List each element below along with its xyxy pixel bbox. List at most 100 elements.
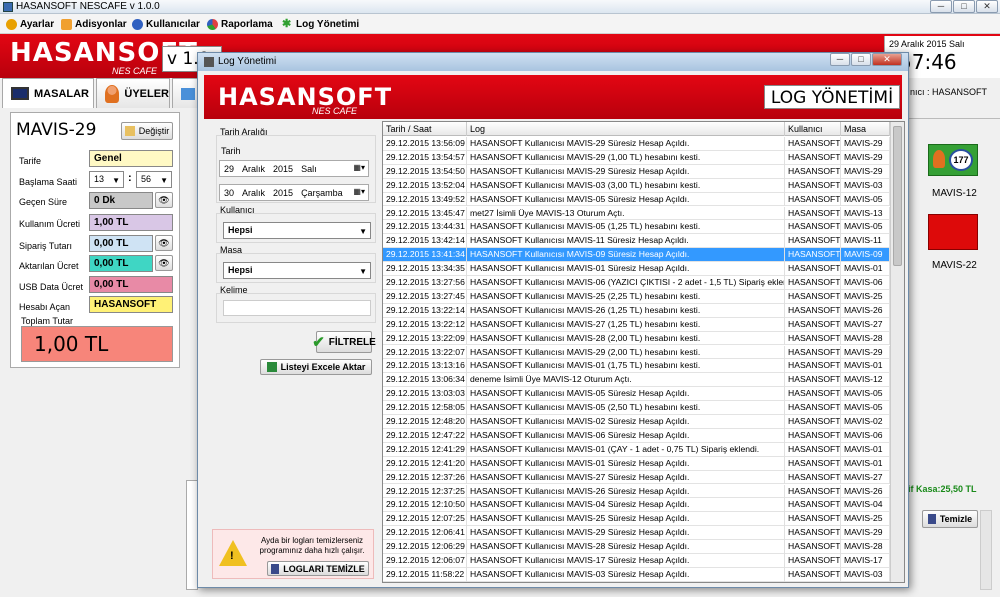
tab-masalar[interactable]: MASALAR — [2, 78, 94, 108]
order-field: 0,00 TL — [89, 235, 153, 252]
table-row[interactable]: 29.12.2015 13:13:16 HASANSOFT Kullanıcısı… — [383, 359, 890, 374]
dialog-close-button[interactable]: ✕ — [872, 53, 902, 66]
time-separator: : — [128, 172, 132, 184]
table-row[interactable]: 29.12.2015 13:06:34 deneme İsimli Üye MAV… — [383, 373, 890, 388]
table-tile-mavis-12[interactable]: 177 — [928, 144, 978, 176]
table-row[interactable]: 29.12.2015 13:22:12 HASANSOFT Kullanıcısı… — [383, 317, 890, 332]
cell-date: 29.12.2015 13:41:34 — [383, 248, 467, 263]
table-row[interactable]: 29.12.2015 13:41:34 HASANSOFT Kullanıcısı… — [383, 248, 890, 263]
log-icon: ✱ — [282, 17, 292, 30]
table-label-mavis-22: MAVIS-22 — [932, 260, 977, 271]
cell-date: 29.12.2015 13:52:04 — [383, 178, 467, 193]
grid-header: Tarih / Saat Log Kullanıcı Masa — [383, 122, 890, 136]
table-detail-panel: MAVIS-29 Değiştir Tarife Genel Başlama S… — [10, 112, 180, 368]
menu-log-yonetimi[interactable]: ✱ Log Yönetimi — [282, 17, 359, 31]
calendar-icon[interactable]: ▦▾ — [353, 163, 365, 172]
log-grid: Tarih / Saat Log Kullanıcı Masa 29.12.20… — [382, 121, 905, 583]
column-header-user[interactable]: Kullanıcı — [785, 122, 841, 136]
export-excel-button[interactable]: Listeyi Excele Aktar — [260, 359, 372, 375]
table-row[interactable]: 29.12.2015 13:22:14 HASANSOFT Kullanıcısı… — [383, 303, 890, 318]
dialog-icon — [204, 57, 214, 67]
cell-date: 29.12.2015 13:06:34 — [383, 373, 467, 388]
tab-uyeler[interactable]: ÜYELER — [96, 78, 170, 108]
table-tile-mavis-22[interactable] — [928, 214, 978, 250]
filter-button[interactable]: ✔ FİLTRELE — [312, 331, 376, 353]
table-row[interactable]: 29.12.2015 12:41:20 HASANSOFT Kullanıcısı… — [383, 456, 890, 471]
column-header-table[interactable]: Masa — [841, 122, 890, 136]
clear-button[interactable]: Temizle — [922, 510, 978, 528]
grid-scrollbar[interactable] — [890, 122, 904, 582]
keyword-input[interactable] — [223, 300, 371, 316]
table-row[interactable]: 29.12.2015 12:06:29 HASANSOFT Kullanıcısı… — [383, 540, 890, 554]
table-row[interactable]: 29.12.2015 12:47:22 HASANSOFT Kullanıcısı… — [383, 428, 890, 443]
end-date-picker[interactable]: 30 Aralık 2015 Çarşamba ▦▾ — [219, 184, 369, 201]
change-button[interactable]: Değiştir — [121, 122, 173, 140]
start-date-picker[interactable]: 29 Aralık 2015 Salı ▦▾ — [219, 160, 369, 177]
hour-select[interactable]: 13 — [89, 171, 124, 188]
scroll-thumb[interactable] — [893, 126, 902, 266]
table-row[interactable]: 29.12.2015 13:54:50 HASANSOFT Kullanıcısı… — [383, 164, 890, 179]
usb-fee-field: 0,00 TL — [89, 276, 173, 293]
column-header-log[interactable]: Log — [467, 122, 785, 136]
end-day: 30 — [224, 187, 235, 198]
cell-date: 29.12.2015 12:41:29 — [383, 442, 467, 457]
eye-icon[interactable]: 👁 — [155, 235, 173, 251]
table-row[interactable]: 29.12.2015 12:37:26 HASANSOFT Kullanıcısı… — [383, 470, 890, 485]
user-select[interactable]: Hepsi — [223, 222, 371, 239]
table-row[interactable]: 29.12.2015 13:49:52 HASANSOFT Kullanıcısı… — [383, 192, 890, 207]
table-row[interactable]: 29.12.2015 13:54:57 HASANSOFT Kullanıcısı… — [383, 150, 890, 165]
cell-date: 29.12.2015 13:27:45 — [383, 289, 467, 304]
cell-user: HASANSOFT — [785, 498, 841, 513]
table-row[interactable]: 29.12.2015 12:10:50 HASANSOFT Kullanıcısı… — [383, 498, 890, 513]
table-row[interactable]: 29.12.2015 13:27:45 HASANSOFT Kullanıcısı… — [383, 289, 890, 304]
maximize-button[interactable]: □ — [953, 0, 975, 13]
tab-more[interactable] — [172, 78, 198, 108]
table-row[interactable]: 29.12.2015 12:48:20 HASANSOFT Kullanıcısı… — [383, 415, 890, 429]
start-dow: Salı — [301, 163, 317, 174]
table-row[interactable]: 29.12.2015 12:58:05 HASANSOFT Kullanıcısı… — [383, 401, 890, 415]
table-row[interactable]: 29.12.2015 13:42:14 HASANSOFT Kullanıcısı… — [383, 234, 890, 249]
calendar-icon[interactable]: ▦▾ — [353, 187, 365, 196]
table-row[interactable]: 29.12.2015 11:58:22 HASANSOFT Kullanıcısı… — [383, 567, 890, 582]
scrollbar[interactable] — [980, 510, 992, 590]
cell-table: MAVIS-01 — [841, 442, 890, 457]
cell-user: HASANSOFT — [785, 150, 841, 165]
minimize-button[interactable]: ─ — [930, 0, 952, 13]
table-row[interactable]: 29.12.2015 12:07:25 HASANSOFT Kullanıcısı… — [383, 512, 890, 527]
eye-icon[interactable]: 👁 — [155, 192, 173, 208]
menu-label: Raporlama — [221, 18, 273, 30]
table-row[interactable]: 29.12.2015 12:06:41 HASANSOFT Kullanıcısı… — [383, 526, 890, 541]
dialog-minimize-button[interactable]: ─ — [830, 53, 850, 66]
cell-table: MAVIS-11 — [841, 234, 890, 249]
table-row[interactable]: 29.12.2015 13:22:07 HASANSOFT Kullanıcısı… — [383, 345, 890, 360]
menu-raporlama[interactable]: Raporlama — [207, 17, 273, 31]
table-row[interactable]: 29.12.2015 13:27:56 HASANSOFT Kullanıcısı… — [383, 276, 890, 290]
table-row[interactable]: 29.12.2015 12:37:25 HASANSOFT Kullanıcısı… — [383, 484, 890, 499]
cell-table: MAVIS-29 — [841, 150, 890, 165]
table-row[interactable]: 29.12.2015 13:52:04 HASANSOFT Kullanıcısı… — [383, 178, 890, 193]
user-filter-group: Hepsi — [216, 213, 376, 243]
menu-adisyonlar[interactable]: Adisyonlar — [61, 17, 127, 31]
menu-kullanicilar[interactable]: Kullanıcılar — [132, 17, 200, 31]
table-row[interactable]: 29.12.2015 13:03:03 HASANSOFT Kullanıcısı… — [383, 387, 890, 402]
cell-table: MAVIS-12 — [841, 373, 890, 388]
clear-logs-button[interactable]: LOGLARI TEMİZLE — [267, 561, 369, 576]
table-select[interactable]: Hepsi — [223, 262, 371, 279]
menu-ayarlar[interactable]: Ayarlar — [6, 17, 54, 31]
table-row[interactable]: 29.12.2015 13:45:47 met27 İsimli Üye MAVI… — [383, 206, 890, 221]
minute-select[interactable]: 56 — [136, 171, 172, 188]
dialog-maximize-button[interactable]: □ — [851, 53, 871, 66]
column-header-date[interactable]: Tarih / Saat — [383, 122, 467, 136]
tariff-field[interactable]: Genel — [89, 150, 173, 167]
table-row[interactable]: 29.12.2015 12:06:07 HASANSOFT Kullanıcısı… — [383, 554, 890, 568]
close-button[interactable]: ✕ — [976, 0, 998, 13]
table-row[interactable]: 29.12.2015 13:34:35 HASANSOFT Kullanıcısı… — [383, 262, 890, 276]
cell-user: HASANSOFT — [785, 540, 841, 554]
computer-icon — [181, 87, 195, 100]
eye-icon[interactable]: 👁 — [155, 255, 173, 271]
table-row[interactable]: 29.12.2015 12:41:29 HASANSOFT Kullanıcısı… — [383, 442, 890, 457]
window-title: HASANSOFT NESCAFE v 1.0.0 — [16, 1, 160, 12]
table-row[interactable]: 29.12.2015 13:56:09 HASANSOFT Kullanıcısı… — [383, 137, 890, 151]
table-row[interactable]: 29.12.2015 13:44:31 HASANSOFT Kullanıcısı… — [383, 220, 890, 235]
table-row[interactable]: 29.12.2015 13:22:09 HASANSOFT Kullanıcısı… — [383, 331, 890, 346]
